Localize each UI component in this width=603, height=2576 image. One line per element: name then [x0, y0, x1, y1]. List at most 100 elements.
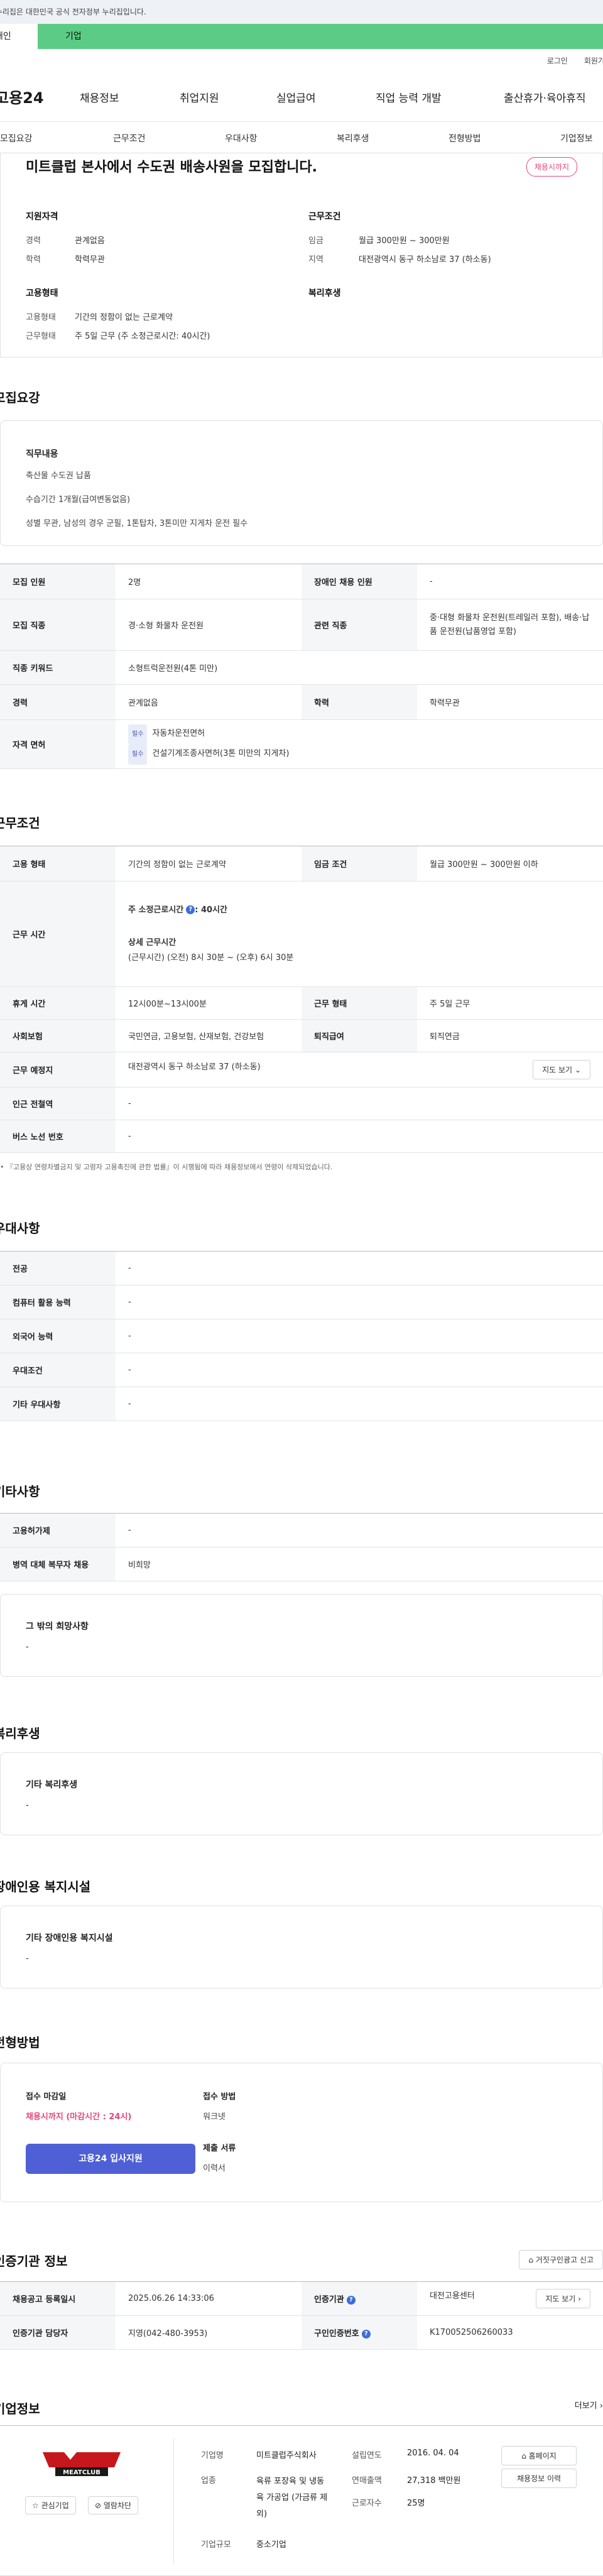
label: 학력 — [302, 684, 417, 720]
nav-job-info[interactable]: 채용정보 — [80, 89, 119, 105]
qualification-education: 학력 학력무관 — [26, 253, 105, 265]
map-button[interactable]: 지도 보기 ⌄ — [533, 1060, 590, 1079]
block-icon: ⊘ — [95, 2501, 102, 2510]
table-row: 외국어 능력 - — [0, 1319, 603, 1353]
table-row: 인근 전철역 - — [0, 1087, 603, 1120]
job-history-button[interactable]: 채용정보 이력 — [501, 2469, 577, 2488]
table-row: 채용공고 등록일시 2025.06.26 14:33:06 인증기관? 대전고용… — [0, 2281, 603, 2316]
value: 경·소형 화물차 운전원 — [116, 599, 302, 651]
field-label: 업종 — [201, 2476, 216, 2486]
value: - — [116, 1387, 603, 1421]
signup-link[interactable]: 회원가입 — [584, 55, 603, 66]
value: - — [116, 1087, 603, 1120]
table-row: 직종 키워드 소형트럭운전원(4톤 미만) — [0, 650, 603, 685]
disability-section-title: 장애인용 복지시설 — [0, 1879, 91, 1894]
welfare-heading: 복리후생 — [308, 288, 341, 298]
table-row: 사회보험 국민연금, 고용보험, 산재보험, 건강보험 퇴직급여 퇴직연금 — [0, 1019, 603, 1052]
value: 학력무관 — [75, 255, 105, 265]
more-label: 더보기 — [574, 2401, 597, 2411]
method-label: 접수 방법 — [203, 2092, 236, 2102]
map-button-label: 지도 보기 — [545, 2295, 576, 2303]
tab-process[interactable]: 전형방법 — [448, 132, 481, 145]
tab-personal[interactable]: 개인 — [0, 24, 38, 49]
value: K170052506260033 — [417, 2315, 603, 2350]
info-icon[interactable]: ? — [346, 2295, 356, 2305]
docs-label: 제출 서류 — [203, 2144, 236, 2153]
value: 퇴직연금 — [417, 1019, 603, 1052]
company-more-link[interactable]: 더보기 › — [575, 2399, 603, 2411]
other-wish-value: - — [26, 1642, 29, 1652]
nav-unemployment-benefit[interactable]: 실업급여 — [276, 89, 316, 105]
home-icon: ⌂ — [528, 2256, 534, 2264]
tab-preferences[interactable]: 우대사항 — [225, 132, 258, 145]
tab-company-info[interactable]: 기업정보 — [560, 132, 593, 145]
label: 퇴직급여 — [302, 1019, 417, 1052]
value: 지영(042-480-3953) — [116, 2315, 302, 2350]
deadline-label: 접수 마감일 — [26, 2092, 67, 2102]
duty-box: 직무내용 축산물 수도권 납품 수습기간 1개월(급여변동없음) 성별 무관, … — [0, 420, 603, 546]
tab-work-conditions[interactable]: 근무조건 — [113, 132, 146, 145]
nav-employment-support[interactable]: 취업지원 — [180, 89, 219, 105]
apply-button[interactable]: 고용24 입사지원 — [26, 2144, 195, 2174]
block-company-button[interactable]: ⊘ 열람차단 — [88, 2496, 139, 2514]
value: 관계없음 — [116, 684, 302, 720]
label: 경력 — [26, 236, 41, 246]
info-icon[interactable]: ? — [361, 2329, 371, 2339]
disability-label: 기타 장애인용 복지시설 — [26, 1933, 113, 1943]
site-tabs: 개인 기업 — [0, 24, 603, 49]
license-name: 자동차운전면허 — [152, 728, 205, 738]
age-notice: • 『고용상 연령차별금지 및 고령자 고용촉진에 관한 법률』이 시행됨에 따… — [0, 1163, 333, 1171]
cert-num-label: 구인인증번호? — [302, 2315, 417, 2350]
required-tag: 필수 — [128, 744, 148, 765]
work-section-title: 근무조건 — [0, 816, 40, 831]
label: 고용형태 — [26, 313, 56, 322]
field-label: 근로자수 — [352, 2499, 382, 2508]
favorite-company-button[interactable]: ☆ 관심기업 — [25, 2496, 76, 2514]
tab-recruit[interactable]: 모집요강 — [0, 132, 33, 145]
chevron-down-icon: ⌄ — [574, 1066, 581, 1074]
value: 주 5일 근무 (주 소정근로시간: 40시간) — [75, 332, 210, 341]
hours-main-value: : 40시간 — [195, 905, 227, 915]
label: 임금 조건 — [302, 846, 417, 881]
nav-parental-leave[interactable]: 출산휴가·육아휴직 — [504, 89, 586, 105]
label: 인증기관 담당자 — [0, 2315, 116, 2350]
value: 비희망 — [116, 1547, 603, 1581]
job-title: 미트클럽 본사에서 수도권 배송사원을 모집합니다. — [26, 160, 318, 175]
star-icon: ☆ — [32, 2501, 39, 2510]
table-row: 인증기관 담당자 지영(042-480-3953) 구인인증번호? K17005… — [0, 2315, 603, 2350]
value: 12시00분~13시00분 — [116, 986, 302, 1020]
login-link[interactable]: 로그인 — [547, 55, 568, 66]
label: 버스 노선 번호 — [0, 1120, 116, 1153]
cert-map-button[interactable]: 지도 보기 › — [536, 2289, 590, 2308]
company-logo: MEATCLUB — [38, 2448, 126, 2479]
work-place: 대전광역시 동구 하소남로 37 (하소동) 지도 보기 ⌄ — [116, 1052, 603, 1088]
homepage-label: 홈페이지 — [528, 2452, 557, 2460]
chevron-right-icon: › — [599, 2401, 603, 2411]
table-row: 컴퓨터 활용 능력 - — [0, 1285, 603, 1319]
tab-company[interactable]: 기업 — [38, 24, 603, 49]
company-size: 중소기업 — [256, 2540, 286, 2550]
disability-value: - — [26, 1954, 29, 1963]
method-value: 워크넷 — [203, 2112, 225, 2122]
info-icon[interactable]: ? — [186, 905, 195, 914]
table-row: 우대조건 - — [0, 1353, 603, 1387]
value: 중·대형 화물차 운전원(트레일러 포함), 배송·납품 운전원(납품영업 포함… — [417, 599, 603, 651]
cert-section-title: 인증기관 정보 — [0, 2254, 68, 2269]
conditions-heading: 근무조건 — [308, 212, 341, 222]
label: 고용허가제 — [0, 1513, 116, 1547]
value: - — [116, 1353, 603, 1387]
label: 지역 — [308, 255, 323, 265]
label: 임금 — [308, 236, 323, 246]
label: 전공 — [0, 1251, 116, 1285]
label: 장애인 채용 인원 — [302, 564, 417, 599]
homepage-button[interactable]: ⌂ 홈페이지 — [501, 2446, 577, 2465]
tab-welfare[interactable]: 복리후생 — [337, 132, 369, 145]
nav-vocational-training[interactable]: 직업 능력 개발 — [376, 89, 442, 105]
employment-type: 고용형태 기간의 정함이 없는 근로계약 — [26, 310, 173, 322]
value: - — [116, 1285, 603, 1319]
value: 기간의 정함이 없는 근로계약 — [116, 846, 302, 881]
table-row: 휴게 시간 12시00분~13시00분 근무 형태 주 5일 근무 — [0, 986, 603, 1020]
etc-table: 고용허가제 - 병역 대체 복무자 채용 비희망 — [0, 1513, 603, 1581]
employment-heading: 고용형태 — [26, 288, 58, 298]
report-button[interactable]: ⌂ 거짓구인광고 신고 — [519, 2250, 603, 2269]
